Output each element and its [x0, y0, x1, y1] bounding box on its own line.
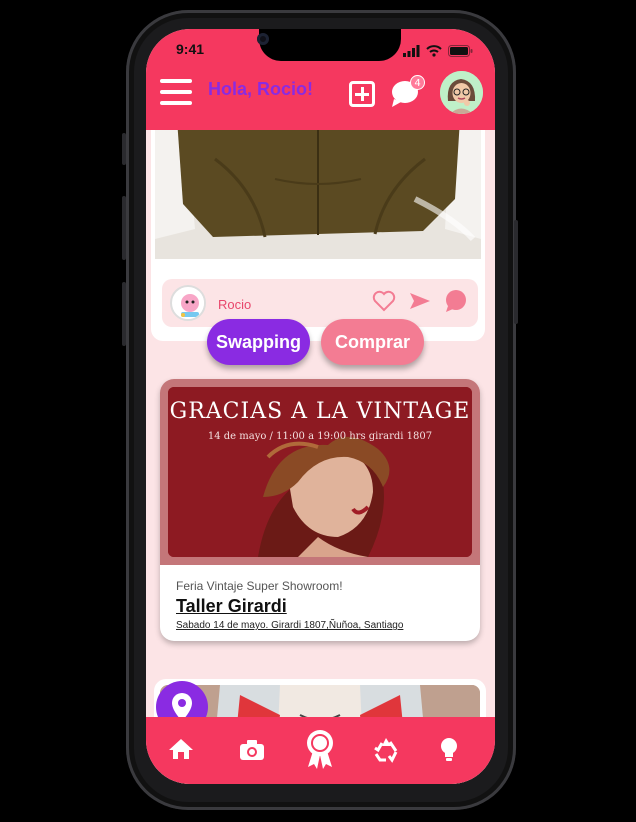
- event-kicker: Feria Vintaje Super Showroom!: [176, 579, 343, 593]
- volume-down-button: [122, 282, 126, 346]
- heart-icon[interactable]: [372, 290, 396, 316]
- comment-icon[interactable]: [444, 289, 468, 317]
- event-image[interactable]: GRACIAS A LA VINTAGE 14 de mayo / 11:00 …: [168, 387, 472, 557]
- status-time: 9:41: [176, 41, 205, 57]
- event-image-subtitle: 14 de mayo / 11:00 a 19:00 hrs girardi 1…: [207, 431, 433, 442]
- swapping-button[interactable]: Swapping: [207, 319, 310, 365]
- award-icon[interactable]: [304, 729, 336, 773]
- lightbulb-icon[interactable]: [440, 737, 458, 767]
- status-icons: [403, 42, 473, 61]
- bottom-nav: [146, 717, 495, 784]
- wifi-icon: [426, 42, 442, 61]
- signal-icon: [403, 42, 420, 61]
- notch: [259, 29, 401, 61]
- power-button: [514, 220, 518, 324]
- product-image[interactable]: [155, 119, 481, 259]
- greeting: Hola, Rocio!: [208, 79, 314, 99]
- messages-badge: 4: [410, 75, 425, 90]
- event-address-link[interactable]: Sabado 14 de mayo. Girardi 1807,Ñuñoa, S…: [176, 620, 403, 631]
- header-row: Hola, Rocio! 4: [146, 69, 495, 127]
- home-icon[interactable]: [168, 737, 194, 765]
- event-card[interactable]: GRACIAS A LA VINTAGE 14 de mayo / 11:00 …: [160, 379, 480, 641]
- camera-icon[interactable]: [239, 739, 265, 765]
- post-action-bar: Rocio: [162, 279, 478, 327]
- volume-up-button: [122, 196, 126, 260]
- app-screen: Rocio Swapping Comprar GRACIAS A LA VINT…: [146, 29, 495, 784]
- mute-switch: [122, 133, 126, 165]
- profile-avatar[interactable]: [438, 69, 485, 116]
- battery-icon: [448, 42, 473, 61]
- event-image-frame: GRACIAS A LA VINTAGE 14 de mayo / 11:00 …: [160, 379, 480, 565]
- menu-icon[interactable]: [160, 79, 192, 107]
- send-icon[interactable]: [408, 290, 432, 316]
- event-name-link[interactable]: Taller Girardi: [176, 596, 287, 617]
- add-post-icon[interactable]: [349, 81, 375, 107]
- recycle-icon[interactable]: [372, 735, 400, 767]
- comprar-button[interactable]: Comprar: [321, 319, 424, 365]
- event-image-title: GRACIAS A LA VINTAGE: [169, 399, 471, 424]
- front-camera: [257, 33, 269, 45]
- user-avatar[interactable]: [170, 285, 206, 321]
- post-username[interactable]: Rocio: [218, 297, 251, 312]
